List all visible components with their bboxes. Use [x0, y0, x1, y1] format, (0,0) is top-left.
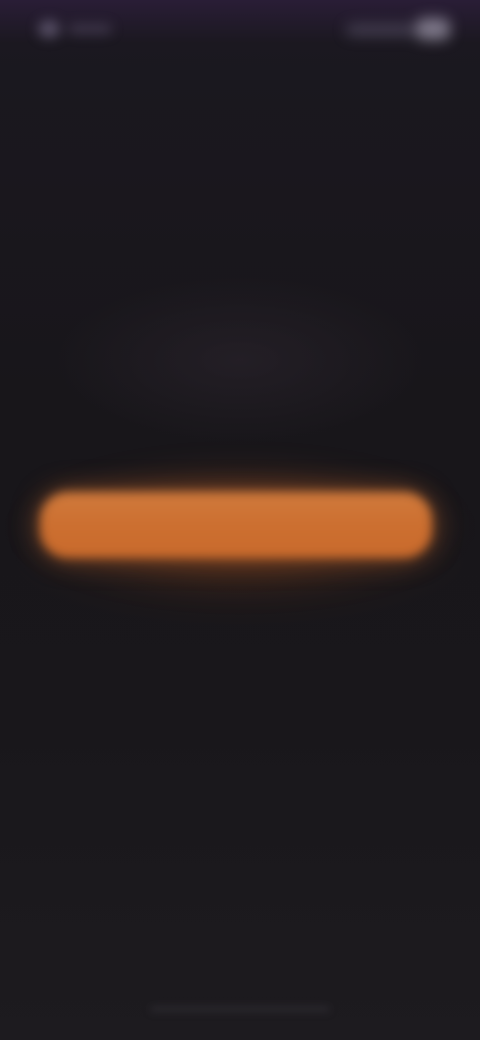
signal-icon	[346, 24, 416, 36]
home-indicator[interactable]	[150, 1006, 330, 1012]
status-time	[68, 24, 112, 34]
status-indicators	[346, 14, 456, 44]
app-screen	[0, 0, 480, 1040]
primary-action-button[interactable]	[40, 492, 432, 558]
status-bar	[0, 0, 480, 60]
status-left-group	[30, 16, 120, 42]
status-app-icon	[38, 20, 60, 38]
battery-icon	[416, 18, 450, 40]
